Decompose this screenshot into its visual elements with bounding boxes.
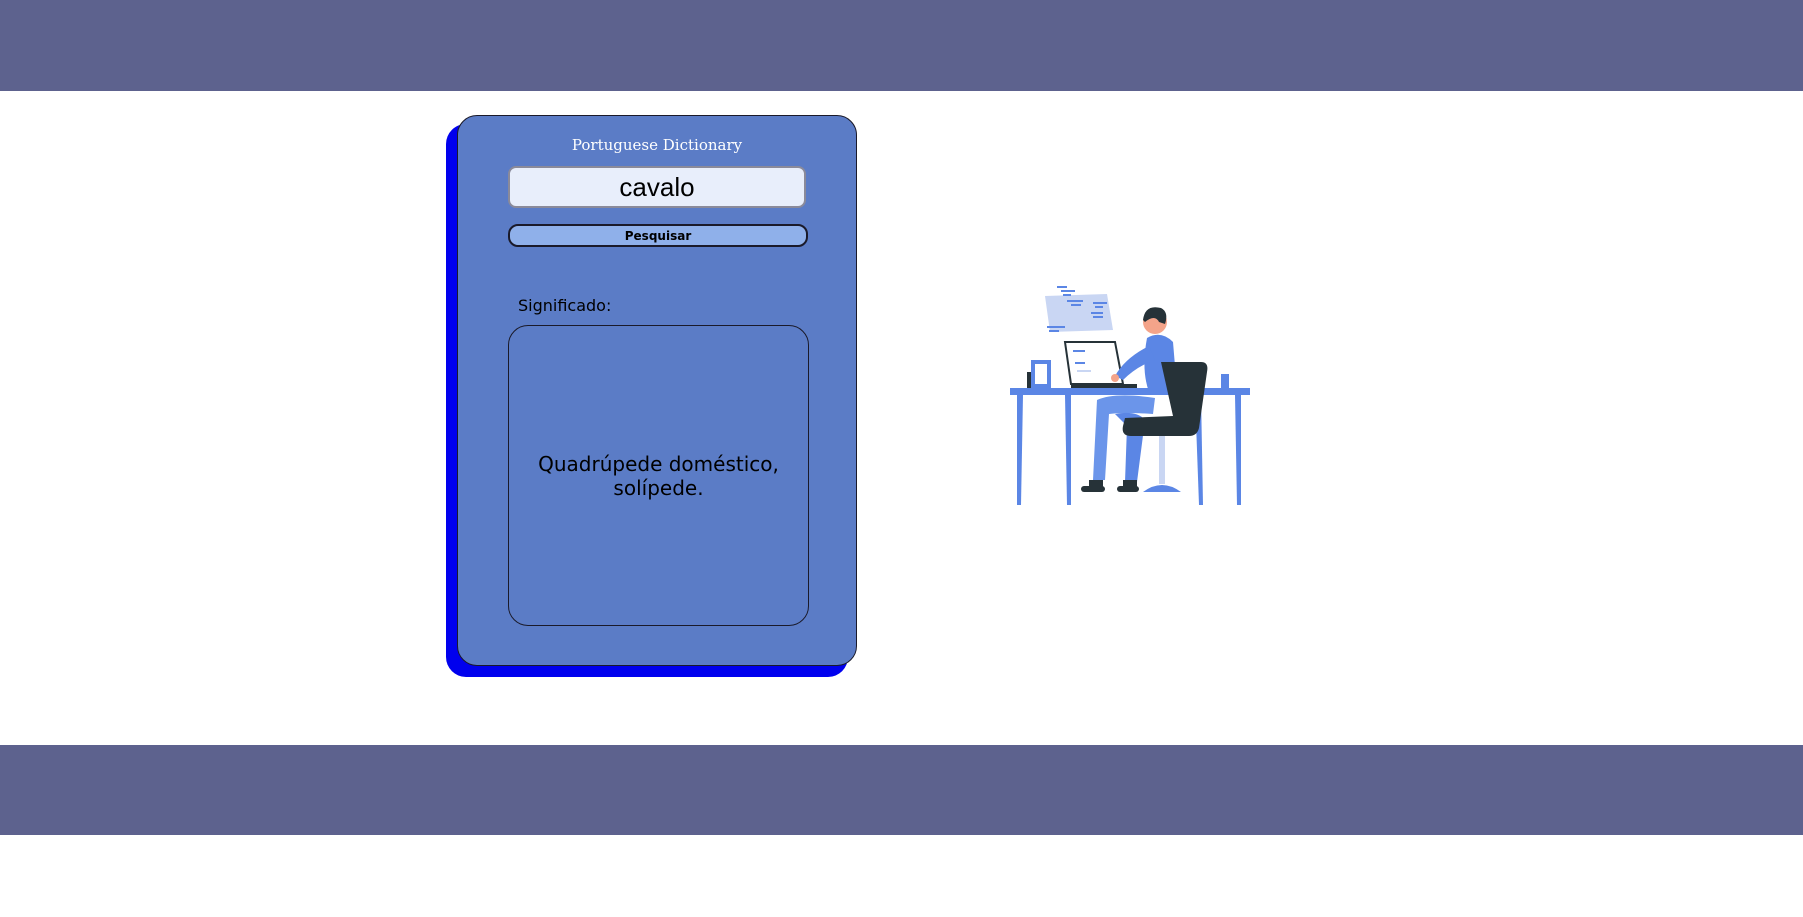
photo-frame-icon xyxy=(1027,360,1051,388)
meaning-label: Significado: xyxy=(518,296,612,315)
person-at-desk-illustration xyxy=(1005,280,1255,515)
dictionary-card: Portuguese Dictionary Pesquisar Signific… xyxy=(457,115,857,666)
cup-icon xyxy=(1221,374,1229,388)
search-button[interactable]: Pesquisar xyxy=(508,224,808,247)
page-title: Portuguese Dictionary xyxy=(571,136,743,154)
search-input[interactable] xyxy=(508,166,806,208)
code-panel-icon xyxy=(1045,286,1113,332)
top-band xyxy=(0,0,1803,91)
meaning-box: Quadrúpede doméstico, solípede. xyxy=(508,325,809,626)
meaning-text: Quadrúpede doméstico, solípede. xyxy=(538,451,779,500)
bottom-band xyxy=(0,745,1803,835)
